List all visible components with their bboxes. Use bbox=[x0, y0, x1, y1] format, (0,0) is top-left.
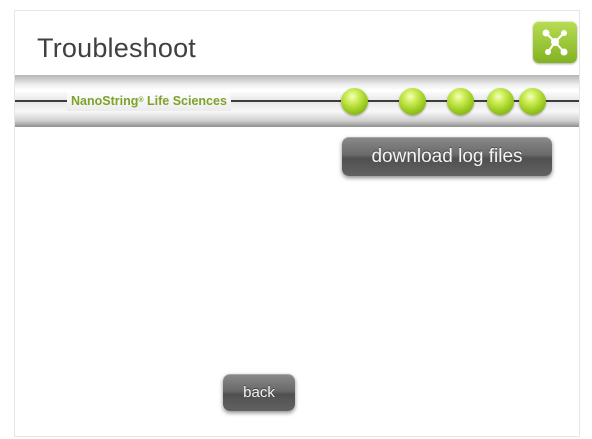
brand-name: NanoString bbox=[71, 94, 139, 108]
network-nodes-icon bbox=[542, 29, 568, 56]
download-log-files-button[interactable]: download log files bbox=[342, 137, 552, 176]
status-light-2 bbox=[399, 88, 426, 115]
status-light-1 bbox=[341, 88, 368, 115]
back-button[interactable]: back bbox=[223, 374, 295, 411]
page-title: Troubleshoot bbox=[37, 33, 196, 63]
status-light-4 bbox=[487, 88, 514, 115]
status-banner: NanoString® Life Sciences bbox=[15, 75, 579, 127]
home-button[interactable] bbox=[533, 21, 577, 63]
status-light-3 bbox=[447, 88, 474, 115]
troubleshoot-screen: Troubleshoot NanoString® Life Sciences d… bbox=[14, 10, 580, 437]
status-light-5 bbox=[519, 88, 546, 115]
brand-suffix: Life Sciences bbox=[143, 94, 227, 108]
brand-label: NanoString® Life Sciences bbox=[67, 91, 231, 111]
